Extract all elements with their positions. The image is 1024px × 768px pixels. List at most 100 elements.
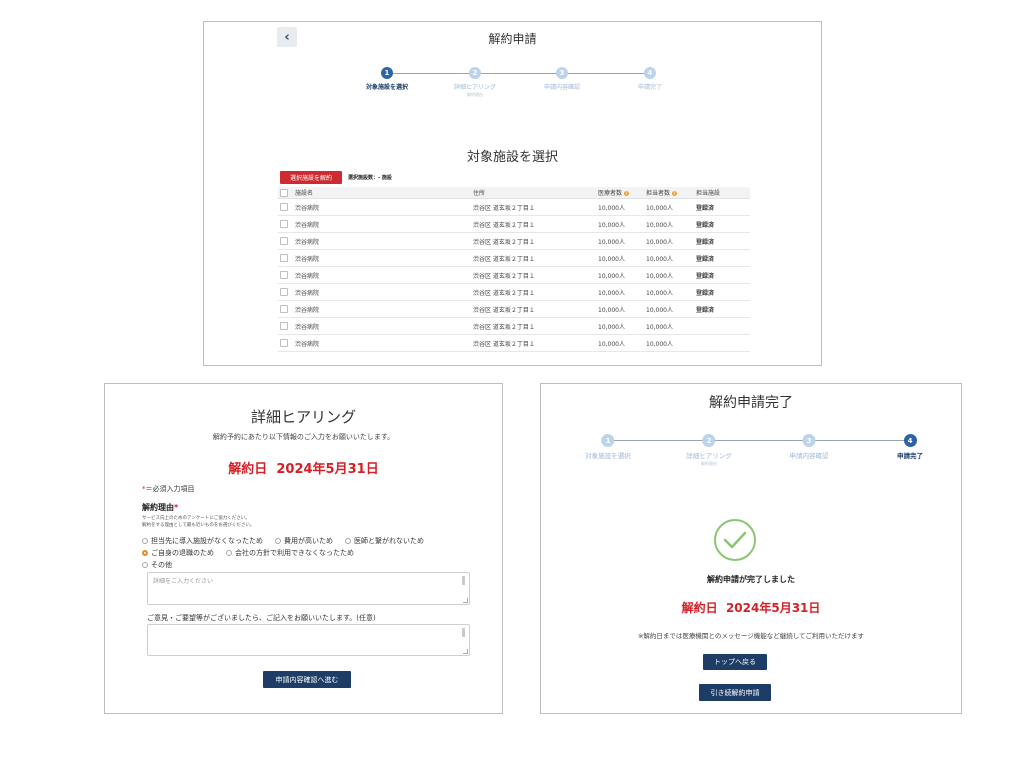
facility-name: 渋谷病院 (295, 283, 473, 301)
facility-name: 渋谷病院 (295, 198, 473, 216)
radio-button[interactable] (142, 562, 148, 568)
facility-address: 渋谷区 道玄坂２丁目１ (473, 198, 598, 216)
assigned-status[interactable] (696, 317, 750, 335)
medical-count-link[interactable]: 10,000人 (598, 232, 646, 250)
reason-help: サービス向上のためのアンケートにご協力ください。 解約をする理由として最も近いも… (142, 516, 255, 528)
row-checkbox[interactable] (280, 220, 288, 228)
cancel-selected-button[interactable]: 選択施設を解約 (280, 171, 342, 184)
medical-count-link[interactable]: 10,000人 (598, 283, 646, 301)
facility-name: 渋谷病院 (295, 317, 473, 335)
radio-button[interactable] (275, 538, 281, 544)
assigned-status[interactable]: 登録済 (696, 198, 750, 216)
table-row[interactable]: 渋谷病院 渋谷区 道玄坂２丁目１ 10,000人 10,000人 登録済 (278, 215, 750, 233)
row-checkbox[interactable] (280, 203, 288, 211)
reason-option[interactable]: 医師と繋がれないため (345, 536, 424, 546)
step-sublabel: 解約理由 (701, 461, 717, 466)
assigned-status[interactable]: 登録済 (696, 249, 750, 267)
row-checkbox[interactable] (280, 254, 288, 262)
resize-grip[interactable] (463, 598, 468, 603)
scrollbar[interactable] (462, 576, 465, 585)
facility-name: 渋谷病院 (295, 300, 473, 318)
table-row[interactable]: 渋谷病院 渋谷区 道玄坂２丁目１ 10,000人 10,000人 登録済 (278, 249, 750, 267)
staff-count: 10,000人 (646, 334, 696, 352)
reason-option[interactable]: その他 (142, 560, 172, 570)
row-checkbox[interactable] (280, 288, 288, 296)
required-note: *＝必須入力項目 (142, 485, 195, 493)
medical-count-link[interactable]: 10,000人 (598, 266, 646, 284)
assigned-status[interactable]: 登録済 (696, 215, 750, 233)
medical-count-link[interactable]: 10,000人 (598, 215, 646, 233)
radio-button-selected[interactable] (142, 550, 148, 556)
radio-button[interactable] (345, 538, 351, 544)
reason-option[interactable]: 費用が高いため (275, 536, 333, 546)
staff-count: 10,000人 (646, 198, 696, 216)
reason-option[interactable]: ご自身の退職のため (142, 548, 214, 558)
assigned-status[interactable] (696, 334, 750, 352)
medical-count-link[interactable]: 10,000人 (598, 317, 646, 335)
page-title: 解約申請 (488, 32, 537, 46)
medical-count-link[interactable]: 10,000人 (598, 334, 646, 352)
hearing-title: 詳細ヒアリング (250, 408, 356, 426)
check-circle-icon (713, 518, 757, 562)
cancel-date: 解約日 2024年5月31日 (228, 462, 379, 477)
row-checkbox[interactable] (280, 339, 288, 347)
reason-option[interactable]: 担当先に導入施設がなくなったため (142, 536, 263, 546)
staff-count: 10,000人 (646, 215, 696, 233)
medical-count-link[interactable]: 10,000人 (598, 249, 646, 267)
table-row[interactable]: 渋谷病院 渋谷区 道玄坂２丁目１ 10,000人 10,000人 登録済 (278, 232, 750, 250)
reason-option[interactable]: 会社の方針で利用できなくなったため (226, 548, 354, 558)
col-assigned: 担当施設 (696, 187, 750, 199)
table-row[interactable]: 渋谷病院 渋谷区 道玄坂２丁目１ 10,000人 10,000人 登録済 (278, 198, 750, 216)
step-label: 申請完了 (897, 452, 923, 460)
medical-count-link[interactable]: 10,000人 (598, 198, 646, 216)
resize-grip[interactable] (463, 649, 468, 654)
assigned-status[interactable]: 登録済 (696, 300, 750, 318)
radio-button[interactable] (226, 550, 232, 556)
scrollbar[interactable] (462, 628, 465, 637)
row-checkbox[interactable] (280, 305, 288, 313)
stepper-line (608, 440, 910, 441)
table-row[interactable]: 渋谷病院 渋谷区 道玄坂２丁目１ 10,000人 10,000人 (278, 334, 750, 352)
col-name: 施設名 (295, 187, 473, 199)
table-row[interactable]: 渋谷病院 渋谷区 道玄坂２丁目１ 10,000人 10,000人 (278, 317, 750, 335)
step-4: 4 申請完了 (897, 434, 923, 460)
info-icon[interactable]: ? (623, 191, 629, 196)
assigned-status[interactable]: 登録済 (696, 232, 750, 250)
table-row[interactable]: 渋谷病院 渋谷区 道玄坂２丁目１ 10,000人 10,000人 登録済 (278, 300, 750, 318)
step-label: 詳細ヒアリング (453, 84, 497, 91)
opinion-textarea[interactable] (147, 624, 470, 656)
table-row[interactable]: 渋谷病院 渋谷区 道玄坂２丁目１ 10,000人 10,000人 登録済 (278, 283, 750, 301)
col-staff-count: 担当者数 ? (646, 187, 696, 199)
table-header-row: 施設名 住所 医療者数 ? 担当者数 ? 担当施設 (278, 187, 750, 199)
step-label: 対象施設を選択 (585, 452, 631, 460)
next-to-confirm-button[interactable]: 申請内容確認へ進む (263, 671, 351, 688)
row-checkbox[interactable] (280, 237, 288, 245)
cancel-date: 解約日 2024年5月31日 (681, 601, 821, 615)
table-row[interactable]: 渋谷病院 渋谷区 道玄坂２丁目１ 10,000人 10,000人 登録済 (278, 266, 750, 284)
continue-cancel-button[interactable]: 引き続解約申請 (699, 684, 771, 701)
facility-address: 渋谷区 道玄坂２丁目１ (473, 249, 598, 267)
hearing-panel: 詳細ヒアリング 解約予約にあたり以下情報のご入力をお願いいたします。 解約日 2… (104, 383, 503, 714)
back-to-top-button[interactable]: トップへ戻る (703, 654, 767, 670)
step-label: 対象施設を選択 (365, 84, 409, 91)
select-all-checkbox[interactable] (280, 188, 288, 197)
step-2: 2 詳細ヒアリング 解約理由 (454, 67, 496, 98)
step-number: 4 (643, 67, 656, 79)
medical-count-link[interactable]: 10,000人 (598, 300, 646, 318)
info-icon[interactable]: ? (671, 191, 677, 196)
radio-button[interactable] (142, 538, 148, 544)
opinion-label: ご意見・ご要望等がございましたら、ご記入をお願いいたします。(任意) (147, 614, 376, 622)
facility-address: 渋谷区 道玄坂２丁目１ (473, 232, 598, 250)
progress-stepper: 1 対象施設を選択 2 詳細ヒアリング 解約理由 3 申請内容確認 4 申請完了 (204, 67, 823, 107)
row-checkbox[interactable] (280, 271, 288, 279)
facility-address: 渋谷区 道玄坂２丁目１ (473, 266, 598, 284)
section-title: 対象施設を選択 (466, 150, 558, 165)
details-textarea[interactable]: 詳細をご入力ください (147, 572, 470, 605)
assigned-status[interactable]: 登録済 (696, 266, 750, 284)
assigned-status[interactable]: 登録済 (696, 283, 750, 301)
row-checkbox[interactable] (280, 322, 288, 330)
progress-stepper: 1 対象施設を選択 2 詳細ヒアリング 解約理由 3 申請内容確認 4 申請完了 (541, 434, 963, 474)
step-4: 4 申請完了 (638, 67, 662, 91)
complete-panel: 解約申請完了 1 対象施設を選択 2 詳細ヒアリング 解約理由 3 申請内容確認… (540, 383, 962, 714)
step-2: 2 詳細ヒアリング 解約理由 (686, 434, 732, 467)
